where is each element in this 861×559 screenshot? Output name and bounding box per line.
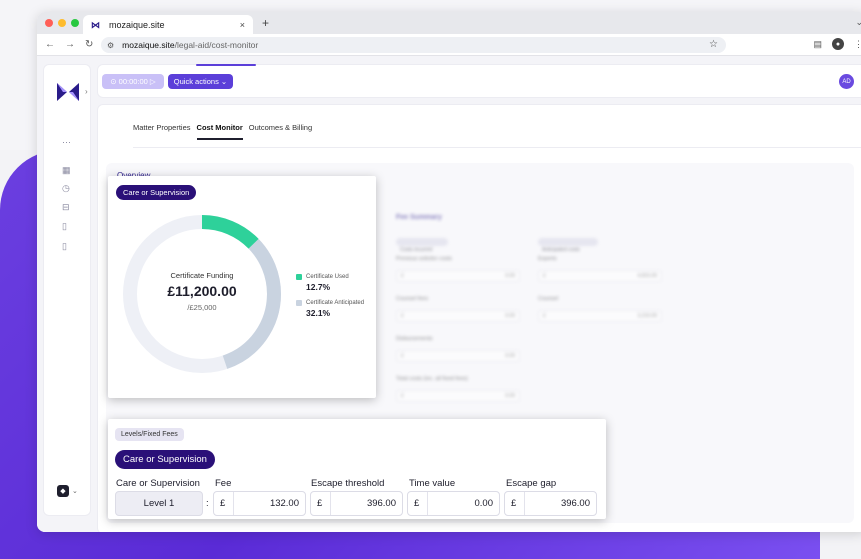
timer-button[interactable]: ⊙ 00:00:00 ▷ bbox=[102, 74, 164, 89]
legend-swatch-used bbox=[296, 274, 302, 280]
donut-center: Certificate Funding £11,200.00 /£25,000 bbox=[114, 271, 290, 312]
chevron-down-icon: ⌄ bbox=[72, 488, 78, 495]
fee-summary-title: Fee Summary bbox=[396, 214, 442, 221]
sidebar: › ⋯ ▦ ◷ ⊟ ▯ ▯ ◆ ⌄ bbox=[43, 64, 91, 516]
topbar: ⊙ 00:00:00 ▷ Quick actions ⌄ AD bbox=[97, 64, 861, 98]
funding-amount: £11,200.00 bbox=[167, 283, 237, 299]
briefcase-icon[interactable]: ⊟ bbox=[62, 202, 70, 213]
tab-close-icon[interactable]: × bbox=[240, 20, 245, 30]
fee-value: 132.00 bbox=[269, 498, 299, 509]
fee-chip-anticipated: Anticipated costs bbox=[538, 238, 598, 253]
fee-label: Experts bbox=[538, 256, 557, 262]
tab-title: mozaique.site bbox=[109, 19, 165, 30]
fee-value-box: £0.00 bbox=[396, 350, 520, 362]
file-icon[interactable]: ▯ bbox=[62, 241, 67, 252]
tab-matter-properties[interactable]: Matter Properties bbox=[133, 123, 191, 140]
currency-symbol: £ bbox=[220, 492, 234, 515]
legend-item-used: Certificate Used bbox=[296, 274, 364, 280]
menu-kebab-icon[interactable]: ⋮ bbox=[854, 39, 861, 50]
column-header-escape-threshold: Escape threshold bbox=[311, 478, 385, 489]
column-header-escape-gap: Escape gap bbox=[506, 478, 557, 489]
legend-value-anticipated: 32.1% bbox=[306, 308, 331, 318]
funding-limit: /£25,000 bbox=[187, 303, 217, 312]
level-separator: : bbox=[206, 498, 209, 509]
minimize-window-dot[interactable] bbox=[58, 19, 66, 27]
sidebar-expand-chevron-icon[interactable]: › bbox=[85, 87, 88, 96]
fee-input[interactable]: £ 132.00 bbox=[213, 491, 306, 516]
levels-fixed-fees-card: Levels/Fixed Fees Care or Supervision Ca… bbox=[108, 419, 606, 519]
browser-toolbar-right: ▤ ● ⋮ bbox=[813, 38, 861, 50]
workspace-icon: ◆ bbox=[57, 485, 69, 497]
levels-category-pill[interactable]: Care or Supervision bbox=[115, 450, 215, 469]
levels-header-pill: Levels/Fixed Fees bbox=[115, 428, 184, 441]
column-header-time-value: Time value bbox=[409, 478, 456, 489]
tab-outcomes-billing[interactable]: Outcomes & Billing bbox=[249, 123, 312, 140]
column-header-fee: Fee bbox=[215, 478, 232, 489]
fee-value-box: £4,815.00 bbox=[538, 270, 662, 282]
bookmark-star-icon[interactable]: ☆ bbox=[709, 39, 718, 50]
dashboard-icon[interactable]: ▦ bbox=[62, 165, 71, 176]
close-window-dot[interactable] bbox=[45, 19, 53, 27]
user-avatar[interactable]: AD bbox=[839, 74, 854, 89]
calendar-icon[interactable]: ◷ bbox=[62, 183, 70, 194]
new-tab-icon[interactable]: + bbox=[262, 16, 269, 30]
maximize-window-dot[interactable] bbox=[71, 19, 79, 27]
tab-list-chevron-icon[interactable]: ⌄ bbox=[855, 17, 861, 28]
category-pill: Care or Supervision bbox=[116, 185, 197, 200]
fee-label: Counsel fees bbox=[396, 296, 429, 302]
apps-grid-icon[interactable]: ⋯ bbox=[62, 137, 71, 148]
forward-arrow-icon[interactable]: → bbox=[65, 39, 75, 50]
mozaique-logo-icon[interactable] bbox=[57, 83, 79, 101]
legend-item-anticipated: Certificate Anticipated bbox=[296, 300, 364, 306]
fee-chip-incurred: Costs incurred bbox=[396, 238, 448, 253]
topbar-accent bbox=[196, 64, 256, 66]
fee-label: Counsel bbox=[538, 296, 559, 302]
fee-value-box: £0.00 bbox=[396, 270, 520, 282]
url-bar[interactable]: ⚙ mozaique.site/legal-aid/cost-monitor ☆ bbox=[101, 37, 726, 53]
document-icon[interactable]: ▯ bbox=[62, 221, 67, 232]
tab-cost-monitor[interactable]: Cost Monitor bbox=[196, 123, 243, 140]
quick-actions-button[interactable]: Quick actions ⌄ bbox=[168, 74, 233, 89]
time-value-value: 0.00 bbox=[474, 498, 494, 509]
legend-label-used: Certificate Used bbox=[306, 274, 349, 280]
profile-avatar-icon[interactable]: ● bbox=[832, 38, 844, 50]
page-tabs: Matter Properties Cost Monitor Outcomes … bbox=[133, 123, 312, 140]
legend-swatch-anticipated bbox=[296, 300, 302, 306]
site-settings-icon[interactable]: ⚙ bbox=[107, 41, 114, 50]
url-host: mozaique.site bbox=[122, 40, 175, 50]
browser-tab[interactable]: ⋈ mozaique.site × bbox=[83, 15, 253, 34]
certificate-funding-card: Care or Supervision Certificate Funding … bbox=[108, 176, 376, 398]
escape-threshold-value: 396.00 bbox=[366, 498, 396, 509]
reload-icon[interactable]: ↻ bbox=[85, 39, 93, 50]
fee-label: Disbursements bbox=[396, 336, 433, 342]
escape-threshold-input[interactable]: £ 396.00 bbox=[310, 491, 403, 516]
browser-addressbar: ← → ↻ ⚙ mozaique.site/legal-aid/cost-mon… bbox=[37, 34, 861, 56]
currency-symbol: £ bbox=[414, 492, 428, 515]
tabs-divider bbox=[133, 147, 861, 148]
escape-gap-input[interactable]: £ 396.00 bbox=[504, 491, 597, 516]
site-favicon-icon: ⋈ bbox=[91, 19, 100, 30]
legend-label-anticipated: Certificate Anticipated bbox=[306, 300, 365, 306]
workspace-switcher[interactable]: ◆ ⌄ bbox=[57, 485, 78, 497]
currency-symbol: £ bbox=[511, 492, 525, 515]
column-header-category: Care or Supervision bbox=[116, 478, 200, 489]
level-select[interactable]: Level 1 bbox=[115, 491, 203, 516]
reader-icon[interactable]: ▤ bbox=[813, 39, 822, 50]
funding-legend: Certificate Used 12.7% Certificate Antic… bbox=[296, 274, 364, 326]
fee-value-box: £0.00 bbox=[396, 310, 520, 322]
escape-gap-value: 396.00 bbox=[560, 498, 590, 509]
currency-symbol: £ bbox=[317, 492, 331, 515]
time-value-input[interactable]: £ 0.00 bbox=[407, 491, 500, 516]
fee-value-box: £0.00 bbox=[396, 390, 520, 402]
back-arrow-icon[interactable]: ← bbox=[45, 39, 55, 50]
url-path: /legal-aid/cost-monitor bbox=[174, 40, 259, 50]
fee-value-box: £3,210.00 bbox=[538, 310, 662, 322]
fee-label: Previous solicitor costs bbox=[396, 256, 452, 262]
fee-label: Total costs (inc. all fixed fees) bbox=[396, 376, 468, 382]
funding-label: Certificate Funding bbox=[170, 271, 234, 280]
browser-titlebar: ⋈ mozaique.site × + ⌄ bbox=[37, 12, 861, 34]
legend-value-used: 12.7% bbox=[306, 282, 331, 292]
